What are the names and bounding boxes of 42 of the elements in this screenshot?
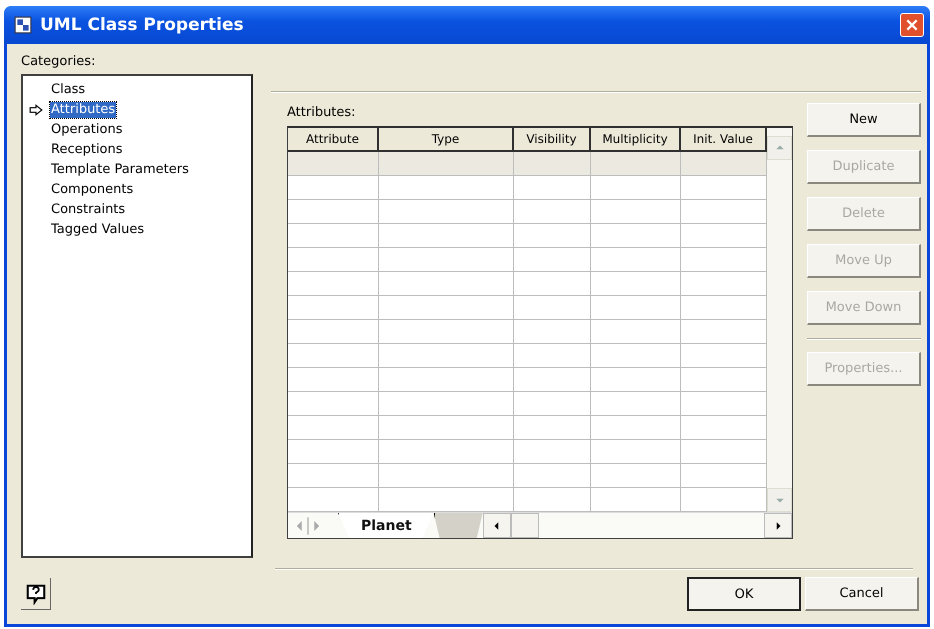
table-row[interactable] [288,296,767,320]
column-header[interactable]: Type [379,128,514,150]
ok-button[interactable]: OK [687,577,801,611]
category-item[interactable]: Receptions [50,142,124,158]
table-row[interactable] [288,416,767,440]
window-title: UML Class Properties [40,15,245,35]
category-item[interactable]: Template Parameters [50,162,190,178]
table-row[interactable] [288,248,767,272]
table-row[interactable] [288,440,767,464]
categories-list[interactable]: Class Attributes Operations Receptions Template Parameters Components Constraints Tagged Values [21,74,253,558]
table-row[interactable] [288,368,767,392]
close-icon [905,18,919,32]
table-row[interactable] [288,464,767,488]
vertical-scrollbar[interactable] [767,128,792,512]
column-header[interactable]: Attribute [288,128,379,150]
category-item[interactable]: Components [50,182,134,198]
category-item[interactable]: Class [50,82,86,98]
close-button[interactable] [900,13,924,37]
table-row[interactable] [288,344,767,368]
categories-label: Categories: [21,54,96,69]
category-item[interactable]: Constraints [50,202,126,218]
sheet-tab[interactable] [434,513,483,538]
table-row[interactable] [288,224,767,248]
horizontal-scrollbar[interactable] [482,513,792,538]
category-item[interactable]: Tagged Values [50,222,146,238]
arrow-icon [29,104,43,116]
table-row[interactable] [288,392,767,416]
table-row[interactable] [288,200,767,224]
help-icon [24,582,46,604]
column-header[interactable]: Visibility [514,128,591,150]
category-item[interactable]: Operations [50,122,124,138]
table-row[interactable] [288,272,767,296]
attributes-label: Attributes: [287,105,357,120]
table-row[interactable] [288,176,767,200]
app-icon [14,16,32,34]
table-row[interactable] [288,320,767,344]
action-button[interactable]: New [807,103,921,137]
cancel-button[interactable]: Cancel [805,577,919,611]
column-header[interactable]: Multiplicity [591,128,681,150]
scroll-thumb[interactable] [510,513,539,538]
category-item[interactable]: Attributes [50,102,116,118]
sheet-tab[interactable]: Planet [338,513,434,538]
